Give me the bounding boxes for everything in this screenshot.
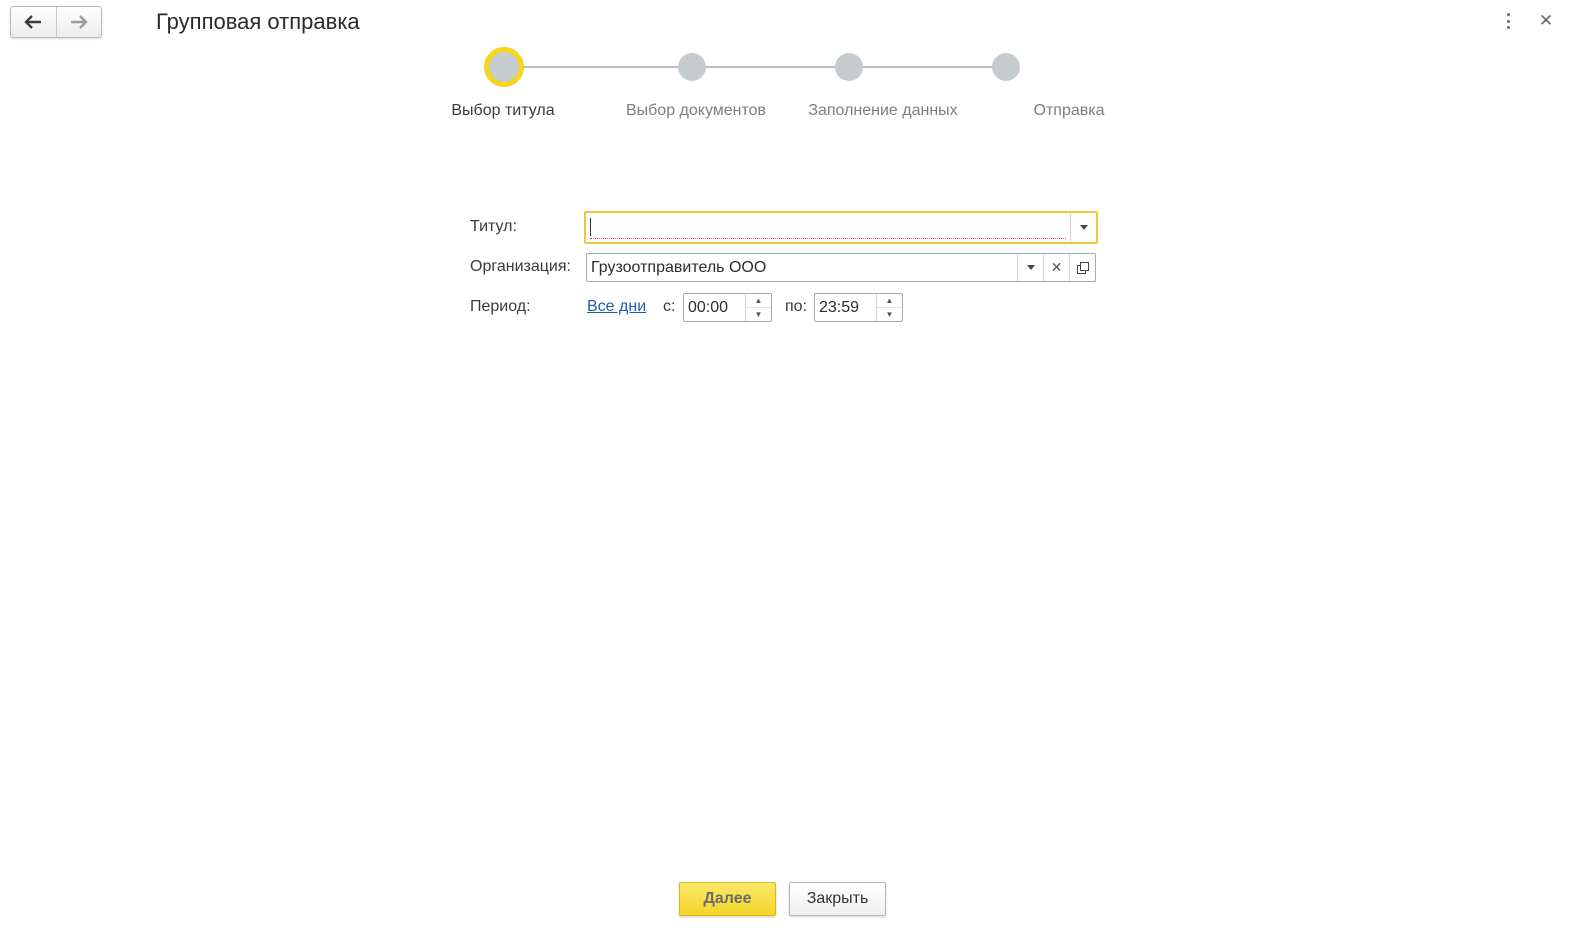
step-indicator-active [484, 47, 524, 87]
title-dropdown-button[interactable] [1070, 213, 1096, 242]
period-from-stepper[interactable]: ▲ ▼ [745, 294, 771, 321]
organization-dropdown-button[interactable] [1017, 254, 1043, 281]
step-label: Отправка [1033, 102, 1105, 119]
period-label: Период: [470, 298, 531, 315]
title-field[interactable] [584, 211, 1098, 244]
period-from-label: с: [663, 298, 676, 315]
period-to-label: по: [785, 298, 808, 315]
step-label: Выбор титула [451, 102, 555, 119]
required-indicator [590, 238, 1066, 239]
spin-up-icon[interactable]: ▲ [746, 294, 771, 307]
title-field-label: Титул: [470, 218, 517, 235]
organization-input[interactable]: Грузоотправитель ООО [587, 254, 1017, 281]
organization-clear-button[interactable]: ✕ [1043, 254, 1069, 281]
step-connector [862, 66, 994, 68]
step-label: Заполнение данных [808, 102, 958, 119]
spin-down-icon[interactable]: ▼ [746, 307, 771, 321]
chevron-down-icon [1026, 265, 1035, 270]
chevron-down-icon [1079, 225, 1088, 230]
period-to-input[interactable]: 23:59 [815, 294, 876, 321]
spin-up-icon[interactable]: ▲ [877, 294, 902, 307]
close-button[interactable]: Закрыть [789, 882, 886, 916]
spin-down-icon[interactable]: ▼ [877, 307, 902, 321]
clear-icon: ✕ [1050, 259, 1063, 275]
step-label: Выбор документов [625, 102, 767, 119]
period-to-stepper[interactable]: ▲ ▼ [876, 294, 902, 321]
step-indicator [678, 53, 706, 81]
next-button[interactable]: Далее [679, 882, 776, 916]
wizard-stepper: Выбор титула Выбор документов Заполнение… [0, 0, 1580, 130]
organization-field-label: Организация: [470, 258, 571, 275]
period-from-field[interactable]: 00:00 ▲ ▼ [683, 293, 772, 322]
organization-open-button[interactable] [1069, 254, 1095, 281]
text-caret [590, 218, 591, 236]
step-connector [706, 66, 838, 68]
organization-field[interactable]: Грузоотправитель ООО ✕ [586, 253, 1096, 282]
step-connector [520, 66, 682, 68]
period-to-field[interactable]: 23:59 ▲ ▼ [814, 293, 903, 322]
step-indicator [835, 53, 863, 81]
period-from-input[interactable]: 00:00 [684, 294, 745, 321]
step-indicator [992, 53, 1020, 81]
all-days-link[interactable]: Все дни [587, 298, 646, 316]
open-window-icon [1076, 261, 1089, 274]
